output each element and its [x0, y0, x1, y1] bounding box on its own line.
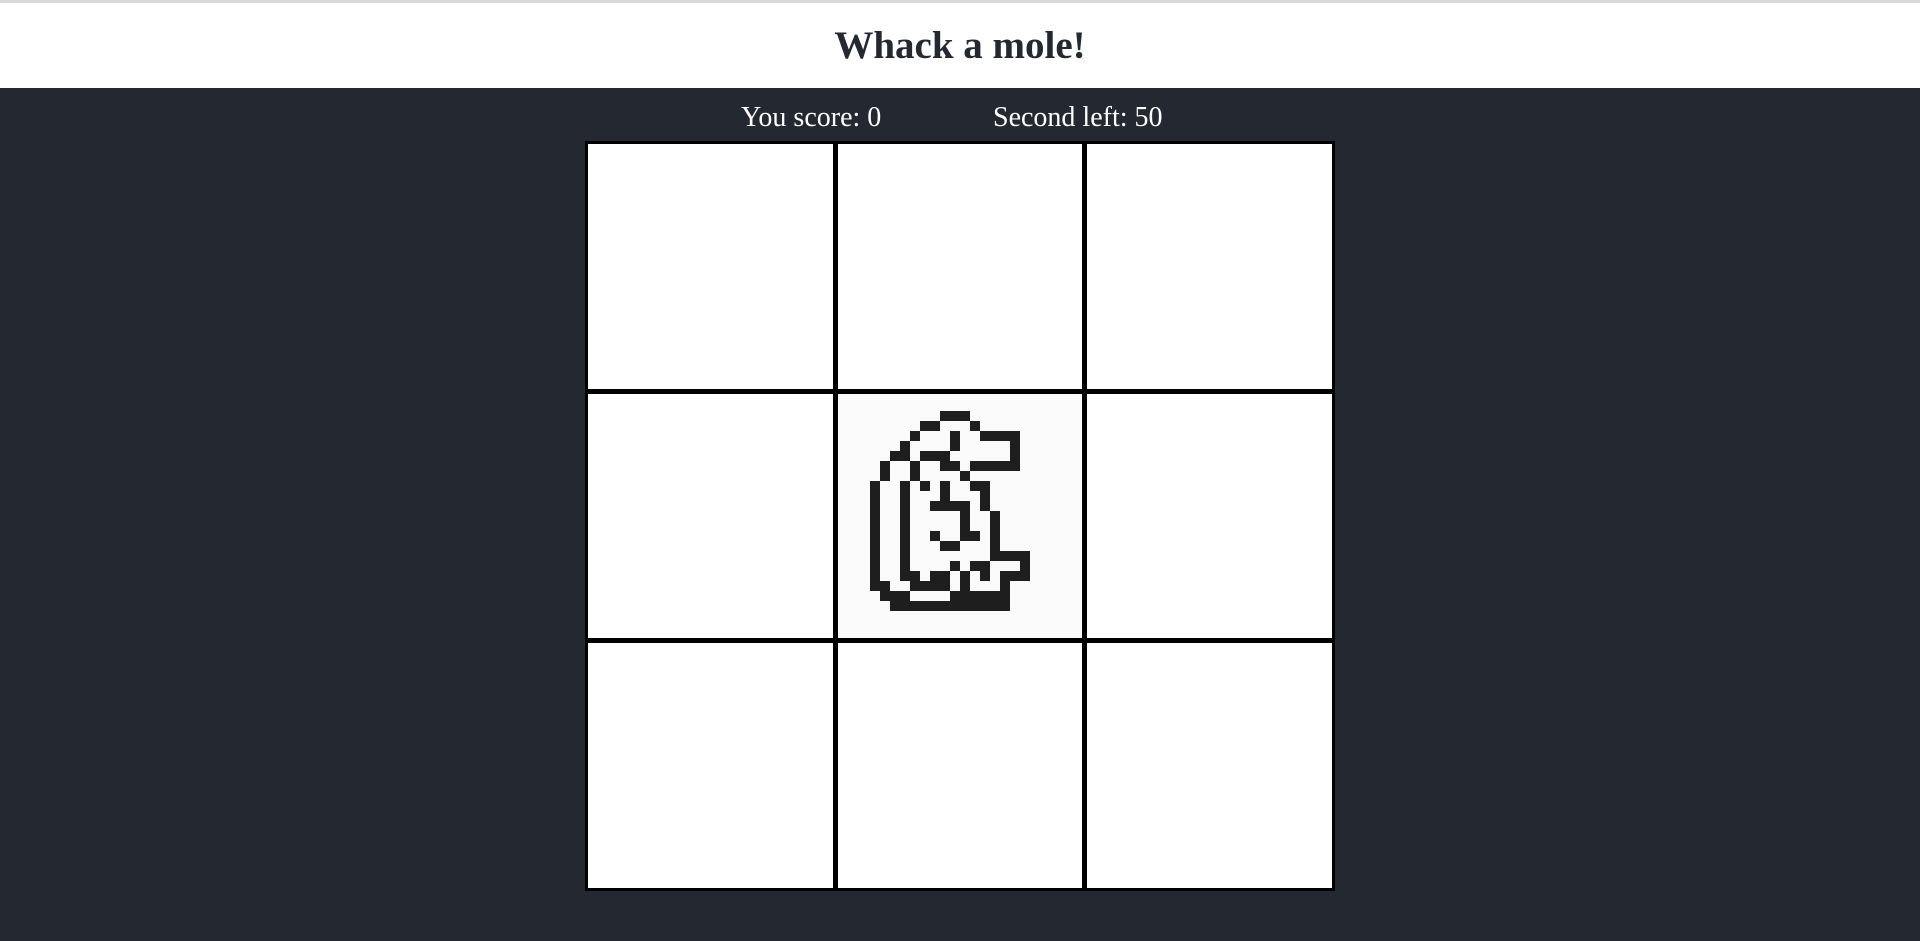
hole-2[interactable]	[837, 144, 1083, 389]
hole-4[interactable]	[588, 393, 833, 639]
hole-6[interactable]	[1087, 393, 1332, 639]
page-header: Whack a mole!	[0, 3, 1920, 88]
hole-3[interactable]	[1087, 144, 1332, 389]
hole-8[interactable]	[837, 643, 1083, 888]
hole-9[interactable]	[1087, 643, 1332, 888]
hole-5[interactable]	[837, 393, 1083, 639]
hole-1[interactable]	[588, 144, 833, 389]
timer-value: 50	[1134, 102, 1163, 133]
score-value: 0	[867, 102, 882, 133]
score-label: You score:	[741, 102, 861, 133]
mole-icon[interactable]	[860, 410, 1060, 621]
score-bar: You score: 0 Second left: 50	[0, 88, 1920, 141]
game-board	[585, 141, 1335, 891]
hole-7[interactable]	[588, 643, 833, 888]
score-display: You score: 0	[741, 102, 881, 134]
game-title: Whack a mole!	[834, 24, 1086, 67]
timer-label: Second left:	[993, 102, 1128, 133]
timer-display: Second left: 50	[993, 102, 1163, 134]
